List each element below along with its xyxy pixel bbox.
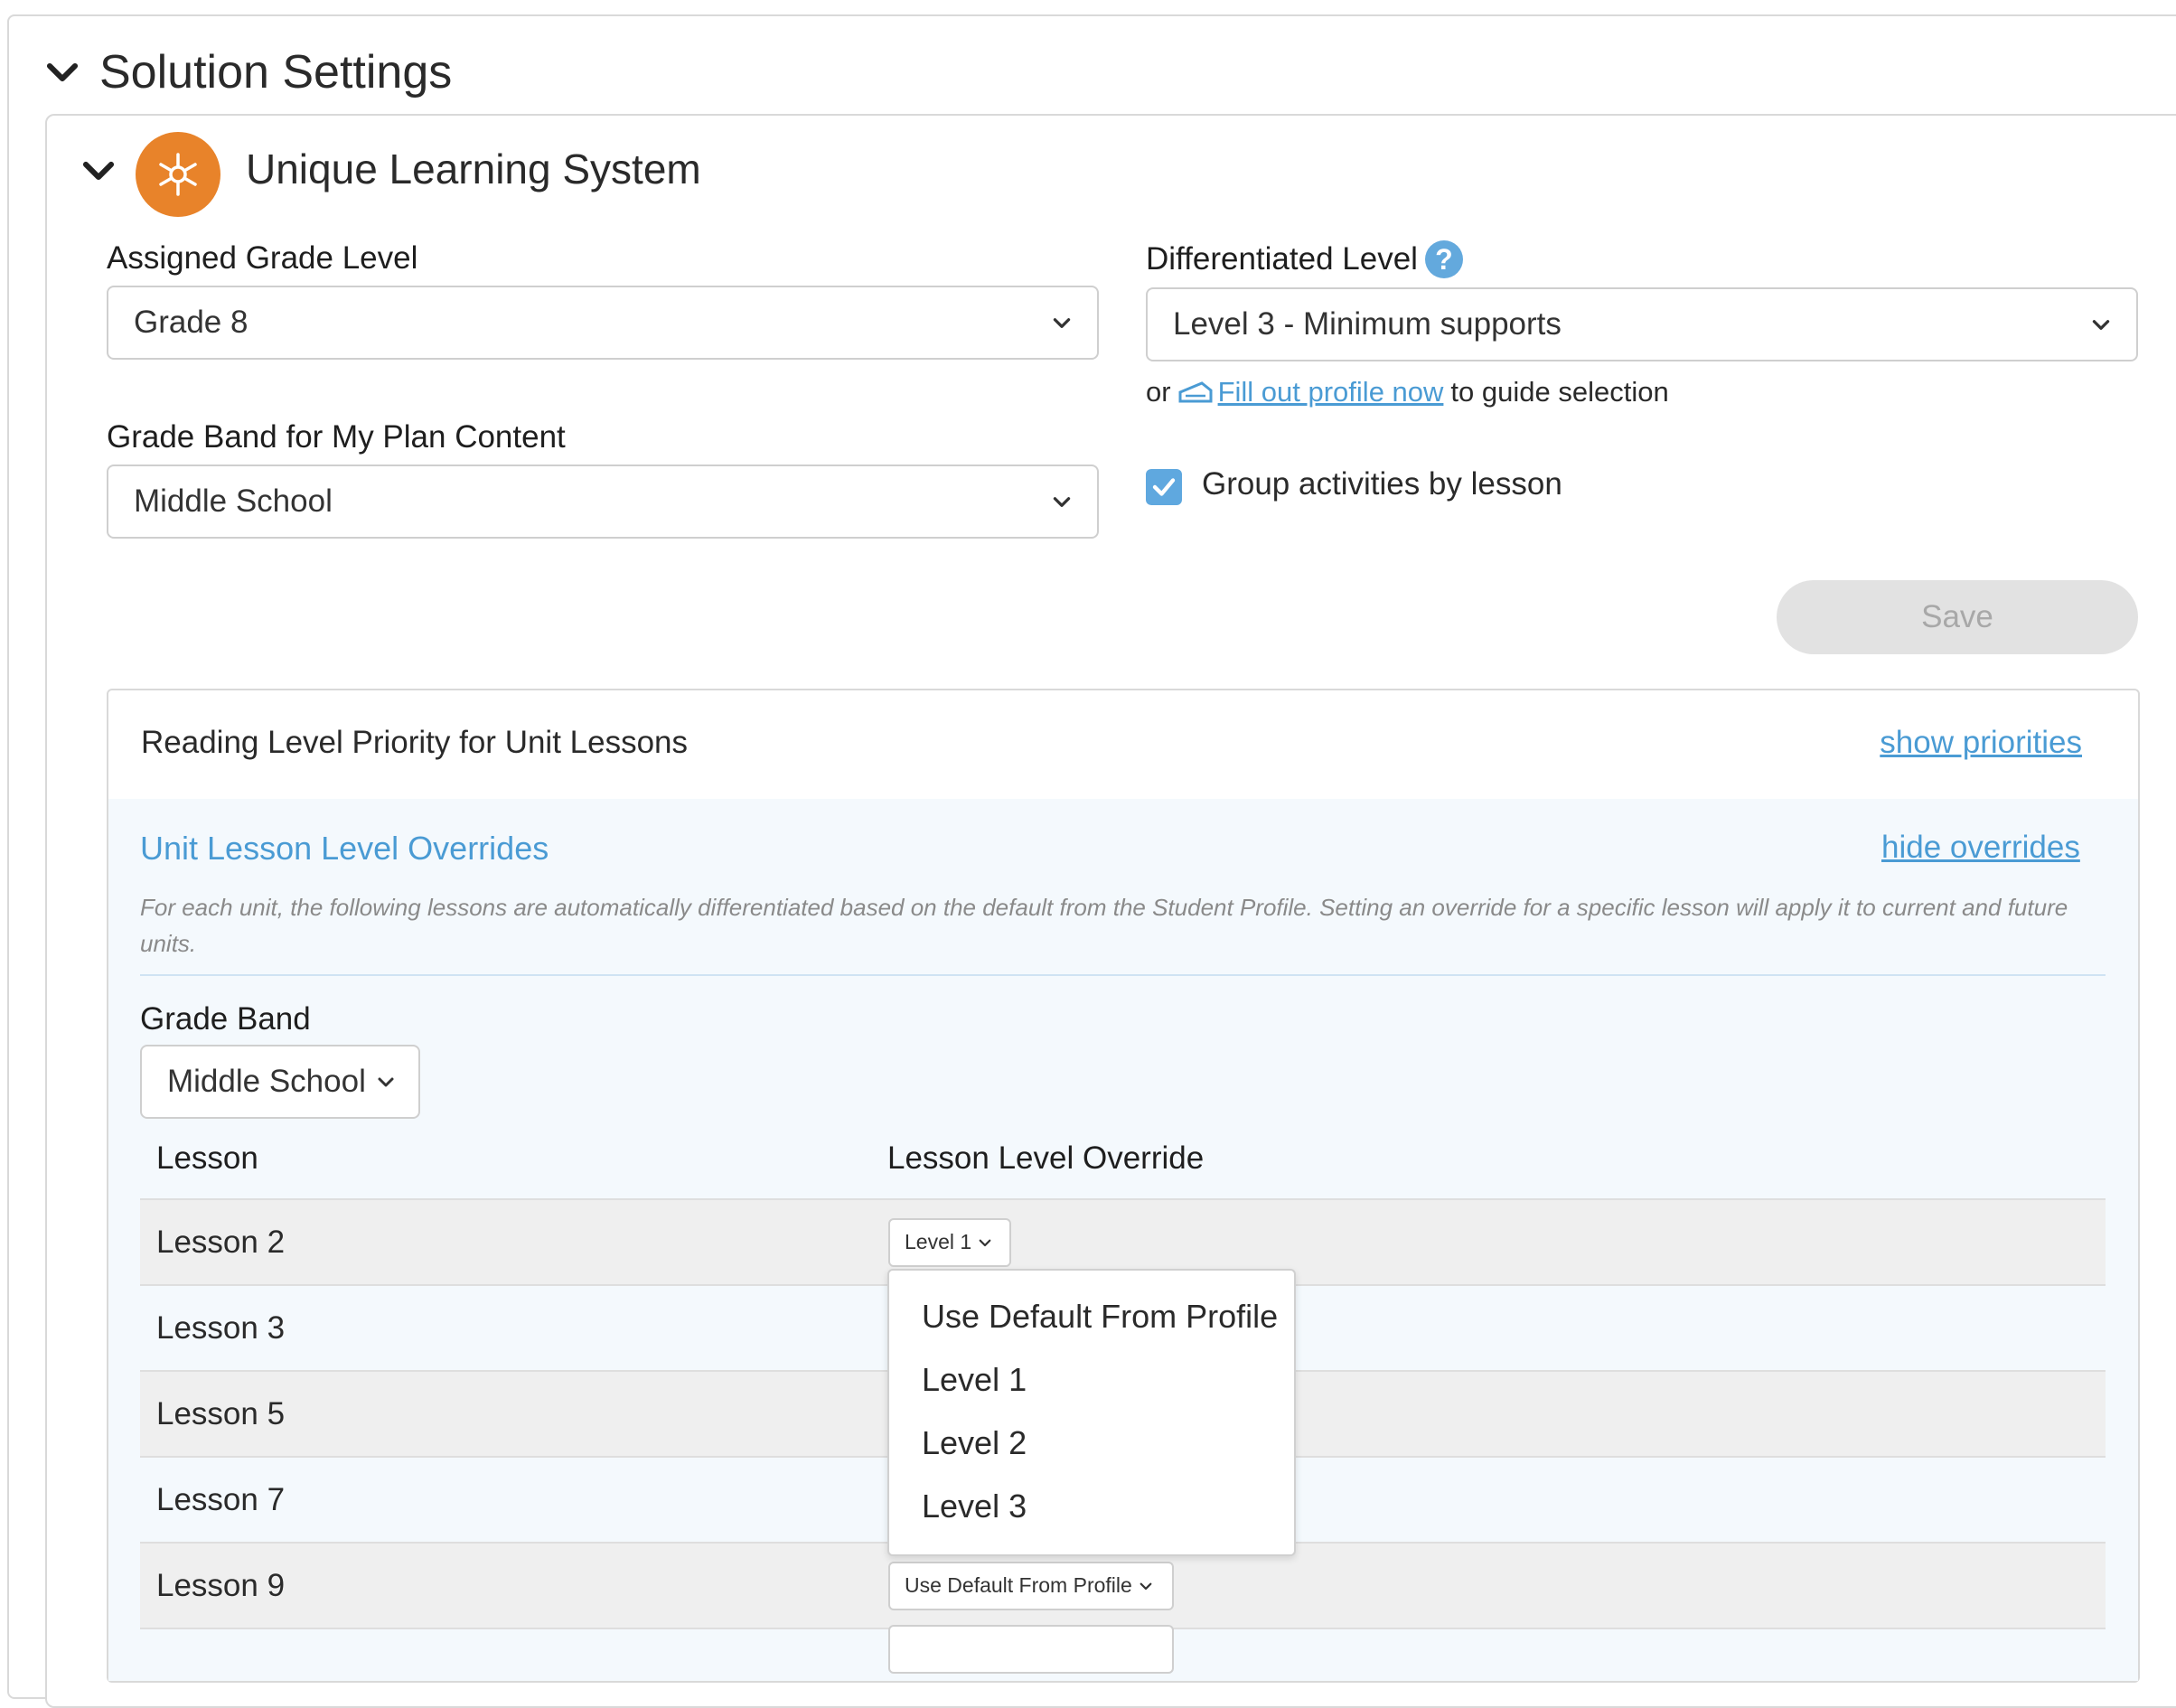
check-icon — [1152, 478, 1176, 496]
profile-link-label: Fill out profile now — [1217, 376, 1444, 408]
solution-settings-toggle[interactable]: Solution Settings — [43, 45, 452, 99]
level-dropdown-menu: Use Default From Profile Level 1 Level 2… — [887, 1269, 1296, 1556]
chevron-down-icon — [979, 1239, 991, 1246]
guide-text: to guide selection — [1450, 376, 1669, 408]
group-activities-checkbox[interactable] — [1146, 469, 1182, 505]
dropdown-option-level-2[interactable]: Level 2 — [922, 1424, 1027, 1462]
override-value: Level 1 — [905, 1230, 972, 1253]
save-button[interactable]: Save — [1777, 580, 2138, 654]
priority-header: Reading Level Priority for Unit Lessons … — [108, 690, 2138, 801]
group-activities-label: Group activities by lesson — [1202, 466, 1562, 502]
solution-logo — [136, 132, 220, 217]
lesson-name: Lesson 7 — [156, 1481, 286, 1517]
grade-band-plan-value: Middle School — [134, 483, 333, 519]
priority-title: Reading Level Priority for Unit Lessons — [141, 725, 689, 760]
help-icon[interactable]: ? — [1424, 240, 1463, 278]
table-row — [140, 1625, 2106, 1674]
dropdown-option-level-3[interactable]: Level 3 — [922, 1487, 1027, 1525]
col-override-header: Lesson Level Override — [887, 1140, 1205, 1176]
chevron-down-icon — [378, 1077, 394, 1087]
lesson-override-select[interactable]: Level 1 — [888, 1217, 1011, 1267]
differentiated-level-label: Differentiated Level — [1146, 241, 1418, 277]
overrides-divider — [140, 974, 2106, 976]
assigned-grade-select[interactable]: Grade 8 — [107, 286, 1099, 360]
overrides-description: For each unit, the following lessons are… — [140, 889, 2110, 962]
chevron-down-icon — [2092, 320, 2110, 330]
overrides-description-line1: For each unit, the following lessons are… — [140, 894, 2068, 921]
overrides-title: Unit Lesson Level Overrides — [140, 830, 549, 867]
lesson-name: Lesson 3 — [156, 1309, 286, 1346]
solution-title: Unique Learning System — [246, 145, 701, 192]
profile-guide-line: or Fill out profile now to guide selecti… — [1146, 376, 1669, 408]
differentiated-level-heading: Differentiated Level ? — [1146, 240, 1463, 278]
snowflake-logo-icon — [159, 153, 197, 196]
dropdown-option-level-1[interactable]: Level 1 — [922, 1361, 1027, 1399]
lesson-name: Lesson 2 — [156, 1224, 286, 1260]
chevron-down-icon — [46, 62, 79, 82]
chevron-down-icon — [1053, 318, 1071, 328]
dropdown-option-default[interactable]: Use Default From Profile — [922, 1298, 1278, 1336]
override-value: Use Default From Profile — [905, 1573, 1132, 1597]
hide-overrides-link[interactable]: hide overrides — [1881, 830, 2080, 866]
grade-band-plan-select[interactable]: Middle School — [107, 465, 1099, 539]
assigned-grade-value: Grade 8 — [134, 305, 249, 340]
differentiated-level-select[interactable]: Level 3 - Minimum supports — [1146, 287, 2138, 361]
grade-band-plan-label: Grade Band for My Plan Content — [107, 419, 566, 455]
lesson-override-select[interactable] — [888, 1625, 1174, 1674]
chevron-down-icon — [1140, 1582, 1152, 1590]
lesson-name: Lesson 5 — [156, 1395, 286, 1431]
lesson-override-select[interactable]: Use Default From Profile — [888, 1561, 1174, 1610]
show-priorities-link[interactable]: show priorities — [1880, 725, 2082, 761]
grade-band-select[interactable]: Middle School — [140, 1045, 420, 1119]
profile-link[interactable]: Fill out profile now — [1178, 376, 1444, 408]
grade-band-value: Middle School — [167, 1064, 366, 1099]
chevron-down-icon — [1053, 497, 1071, 507]
overrides-description-line2: units. — [140, 930, 197, 957]
or-text: or — [1146, 376, 1171, 408]
col-lesson-header: Lesson — [156, 1140, 258, 1176]
profile-icon — [1178, 381, 1213, 403]
section-title: Solution Settings — [99, 46, 453, 99]
chevron-down-icon — [82, 161, 115, 181]
assigned-grade-label: Assigned Grade Level — [107, 240, 418, 276]
solution-collapse-toggle[interactable] — [80, 152, 117, 194]
grade-band-label: Grade Band — [140, 1001, 311, 1037]
differentiated-level-value: Level 3 - Minimum supports — [1173, 306, 1562, 342]
lesson-name: Lesson 9 — [156, 1567, 286, 1603]
